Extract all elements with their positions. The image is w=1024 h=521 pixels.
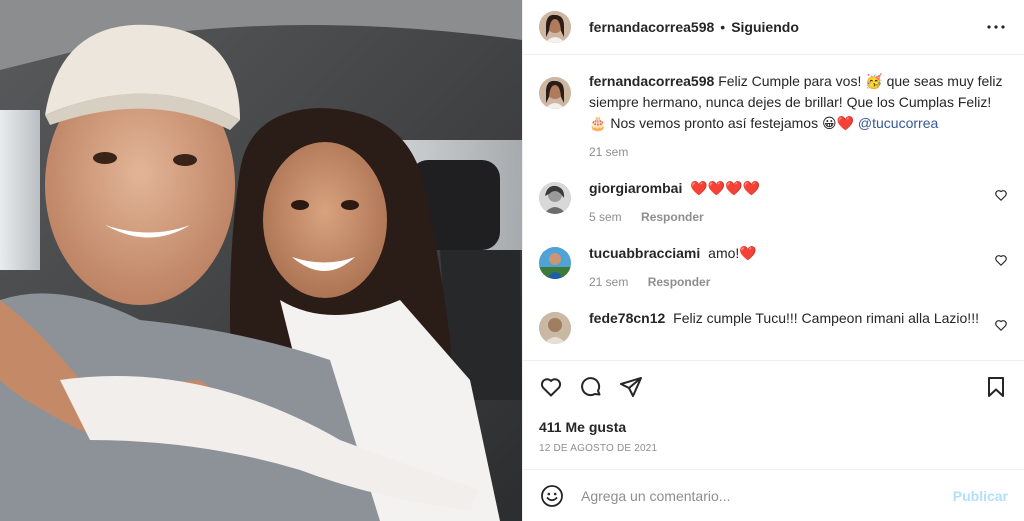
post-viewer: fernandacorrea598 • Siguiendo fernandaco… <box>0 0 1024 521</box>
heart-outline-icon[interactable] <box>994 253 1008 267</box>
smile-heart-emoji: 😀❤️ <box>821 115 855 131</box>
avatar-image <box>539 247 571 279</box>
more-horizontal-icon[interactable] <box>984 15 1008 39</box>
likes-count[interactable]: 411 Me gusta <box>523 416 1024 438</box>
comment-item: tucuabbracciami amo!❤️ 21 sem Responder <box>539 243 1008 289</box>
bookmark-icon[interactable] <box>984 375 1008 399</box>
commenter-username[interactable]: fede78cn12 <box>589 310 665 326</box>
commenter-avatar[interactable] <box>539 247 571 279</box>
heart-outline-icon[interactable] <box>994 318 1008 332</box>
comment-text: Feliz cumple Tucu!!! Campeon rimani alla… <box>673 310 979 326</box>
avatar-image <box>539 312 571 344</box>
post-photo[interactable] <box>0 0 522 521</box>
avatar-image <box>539 182 571 214</box>
avatar-image <box>539 77 571 109</box>
comment-time[interactable]: 21 sem <box>589 275 628 289</box>
avatar-image <box>539 11 571 43</box>
caption-text: fernandacorrea598 Feliz Cumple para vos!… <box>589 71 1008 134</box>
comments-list[interactable]: fernandacorrea598 Feliz Cumple para vos!… <box>523 55 1024 360</box>
caption-text-part: Feliz Cumple para vos! <box>718 73 866 89</box>
post-header: fernandacorrea598 • Siguiendo <box>523 0 1024 55</box>
caption-time[interactable]: 21 sem <box>589 145 628 159</box>
comment-text: ❤️❤️❤️❤️ <box>690 180 760 196</box>
author-username[interactable]: fernandacorrea598 <box>589 19 714 35</box>
comment-bubble-icon[interactable] <box>579 375 603 399</box>
comment-item: giorgiarombai ❤️❤️❤️❤️ 5 sem Responder <box>539 178 1008 224</box>
heart-outline-icon[interactable] <box>994 188 1008 202</box>
mention-link[interactable]: @tucucorrea <box>858 115 938 131</box>
reply-button[interactable]: Responder <box>648 275 711 289</box>
separator-dot: • <box>720 19 726 35</box>
following-button[interactable]: Siguiendo <box>731 19 799 35</box>
party-emoji: 🥳 <box>865 73 883 89</box>
add-comment-bar: Publicar <box>523 469 1024 521</box>
comment-text: amo!❤️ <box>708 245 757 261</box>
commenter-avatar[interactable] <box>539 312 571 344</box>
caption-avatar[interactable] <box>539 77 571 109</box>
post-side-panel: fernandacorrea598 • Siguiendo fernandaco… <box>522 0 1024 521</box>
action-bar <box>523 360 1024 412</box>
comment-item: fede78cn12 Feliz cumple Tucu!!! Campeon … <box>539 308 1008 344</box>
smiley-icon[interactable] <box>539 483 565 509</box>
commenter-username[interactable]: giorgiarombai <box>589 180 682 196</box>
paper-plane-icon[interactable] <box>619 375 643 399</box>
publish-button[interactable]: Publicar <box>953 488 1008 504</box>
selfie-image <box>0 0 522 521</box>
caption-meta: 21 sem <box>589 145 1008 159</box>
post-caption: fernandacorrea598 Feliz Cumple para vos!… <box>539 71 1008 159</box>
post-date[interactable]: 12 DE AGOSTO DE 2021 <box>523 438 1024 466</box>
commenter-avatar[interactable] <box>539 182 571 214</box>
commenter-username[interactable]: tucuabbracciami <box>589 245 700 261</box>
caption-author[interactable]: fernandacorrea598 <box>589 73 714 89</box>
comment-input[interactable] <box>581 487 953 504</box>
heart-outline-icon[interactable] <box>539 375 563 399</box>
caption-text-part: Nos vemos pronto así festejamos <box>606 115 822 131</box>
author-avatar[interactable] <box>539 11 571 43</box>
comment-time[interactable]: 5 sem <box>589 210 622 224</box>
reply-button[interactable]: Responder <box>641 210 704 224</box>
cake-emoji: 🎂 <box>589 115 607 131</box>
